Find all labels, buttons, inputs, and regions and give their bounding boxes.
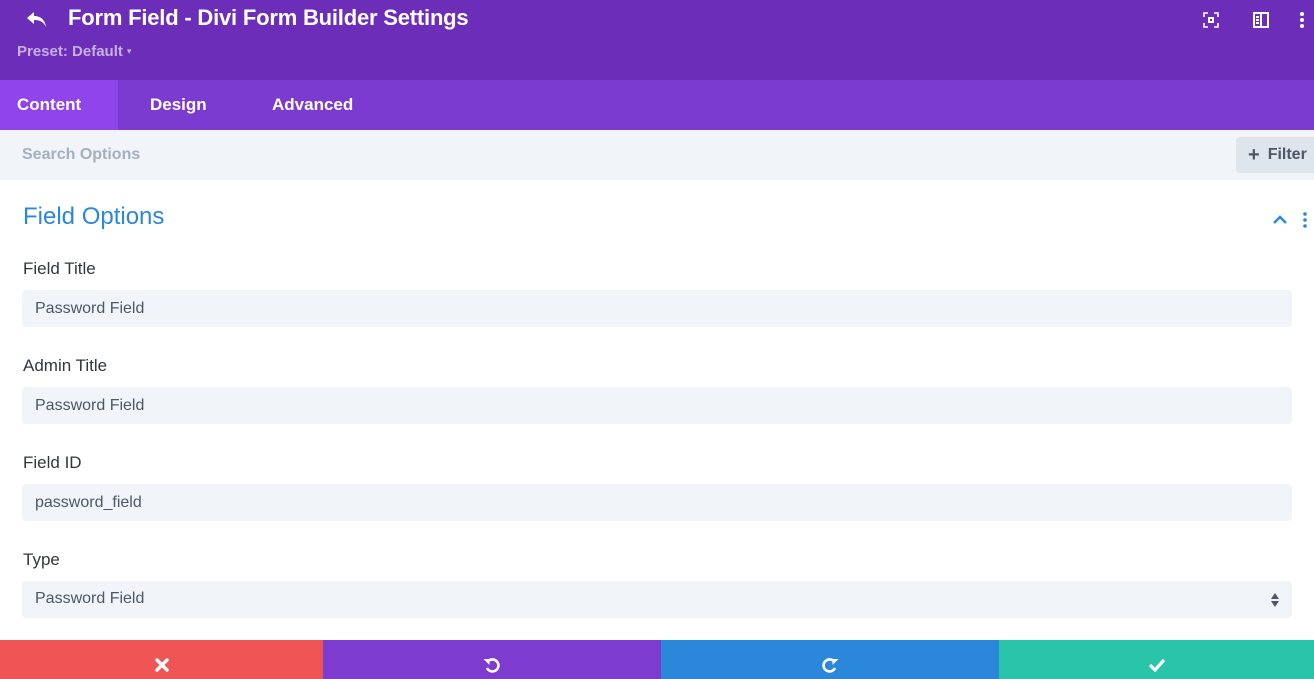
close-icon [154, 657, 169, 672]
filter-button[interactable]: + Filter [1236, 137, 1314, 173]
more-vertical-icon [1300, 12, 1304, 28]
settings-tabs: Content Design Advanced [0, 80, 1314, 130]
caret-down-icon: ▾ [126, 46, 132, 56]
admin-title-input[interactable] [22, 387, 1292, 424]
admin-title-label: Admin Title [23, 356, 108, 375]
tab-advanced[interactable]: Advanced [240, 80, 380, 130]
preset-label: Preset: Default [17, 43, 123, 60]
section-title[interactable]: Field Options [23, 203, 164, 231]
action-bar [0, 640, 1314, 679]
undo-button[interactable] [323, 640, 661, 679]
modal-header: Form Field - Divi Form Builder Settings … [0, 0, 1314, 80]
filter-label: Filter [1267, 146, 1307, 163]
tab-design[interactable]: Design [118, 80, 240, 130]
redo-button[interactable] [661, 640, 999, 679]
search-options-input[interactable] [22, 144, 622, 166]
sidebar-layout-icon [1253, 12, 1269, 28]
discard-button[interactable] [0, 640, 323, 679]
chevron-up-icon [1273, 215, 1287, 224]
plus-icon: + [1248, 144, 1260, 166]
select-arrows-icon [1271, 593, 1279, 607]
field-id-input[interactable] [22, 484, 1292, 521]
type-label: Type [23, 550, 60, 569]
focus-mode-button[interactable] [1201, 10, 1221, 30]
field-id-label: Field ID [23, 453, 82, 472]
field-title-input[interactable] [22, 290, 1292, 327]
more-vertical-icon [1303, 212, 1307, 228]
section-menu-button[interactable] [1302, 211, 1314, 231]
undo-back-icon [27, 12, 46, 27]
more-options-button[interactable] [1292, 10, 1312, 30]
save-button[interactable] [999, 640, 1314, 679]
field-title-label: Field Title [23, 259, 96, 278]
modal-title: Form Field - Divi Form Builder Settings [68, 5, 469, 30]
sidebar-toggle-button[interactable] [1251, 10, 1271, 30]
preset-dropdown[interactable]: Preset: Default ▾ [17, 43, 131, 60]
search-bar [0, 130, 1314, 180]
collapse-section-button[interactable] [1270, 210, 1290, 230]
undo-icon [483, 657, 500, 673]
back-button[interactable] [24, 8, 50, 32]
type-select-value: Password Field [35, 590, 145, 607]
check-icon [1148, 658, 1165, 672]
redo-icon [822, 657, 839, 673]
tab-content[interactable]: Content [0, 80, 118, 130]
type-select[interactable]: Password Field [22, 581, 1292, 618]
focus-expand-icon [1203, 12, 1219, 28]
